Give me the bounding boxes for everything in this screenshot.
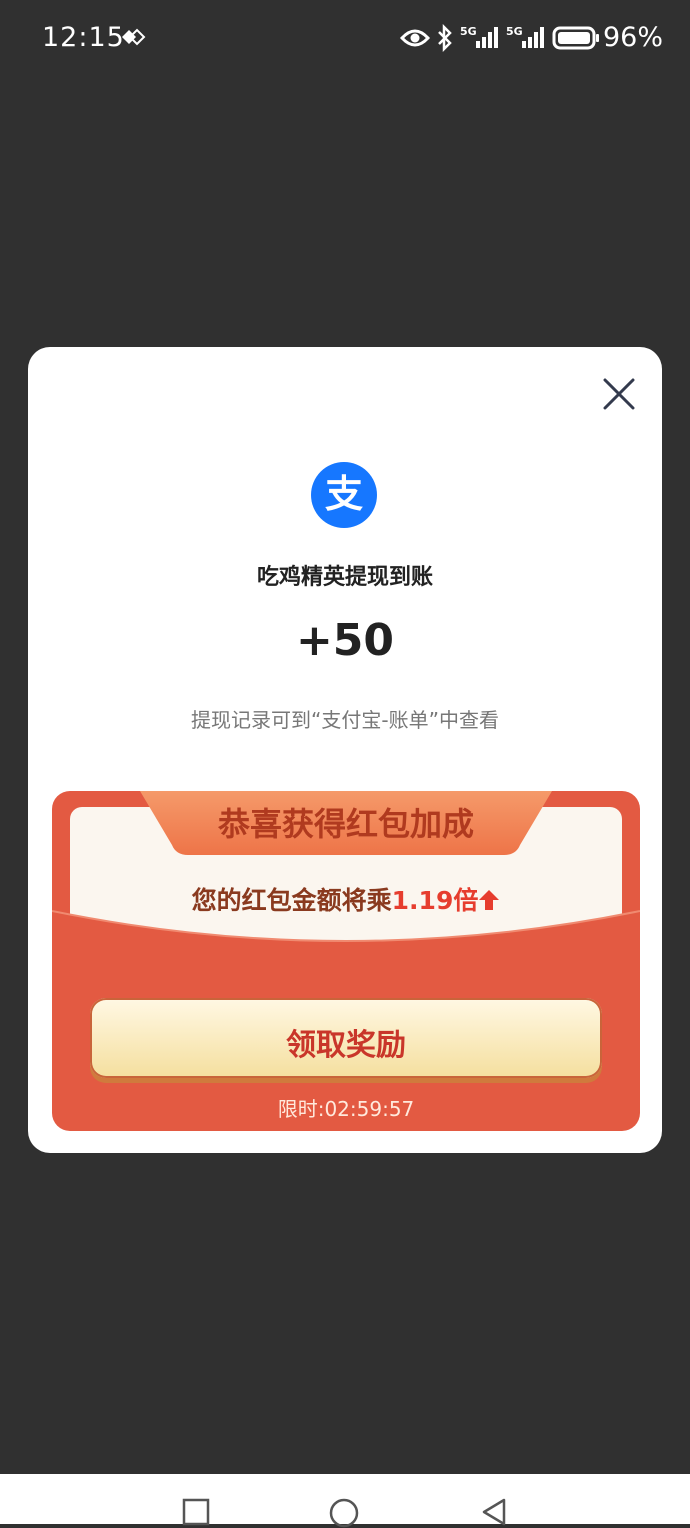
claim-reward-label: 领取奖励 bbox=[286, 1028, 406, 1063]
svg-text:5G: 5G bbox=[460, 25, 477, 38]
battery-icon bbox=[552, 26, 599, 50]
claim-reward-button[interactable]: 领取奖励 bbox=[90, 998, 602, 1078]
back-icon[interactable] bbox=[480, 1498, 508, 1526]
bonus-multiplier: 1.19倍 bbox=[391, 886, 479, 915]
signal-5g-icon: 5G bbox=[460, 24, 500, 54]
arrow-up-icon bbox=[479, 890, 500, 910]
banner-title: 恭喜获得红包加成 bbox=[217, 805, 474, 843]
red-packet-card: 恭喜获得红包加成 您的红包金额将乘1.19倍 领取奖励 限时:02:59:57 bbox=[52, 791, 640, 1131]
record-hint: 提现记录可到“支付宝-账单”中查看 bbox=[191, 708, 499, 732]
status-bar: 12:15 5G 5G 96% bbox=[0, 0, 690, 76]
svg-text:5G: 5G bbox=[506, 25, 523, 38]
bluetooth-icon bbox=[438, 24, 452, 52]
bonus-prefix: 您的红包金额将乘 bbox=[191, 886, 392, 915]
withdraw-amount: +50 bbox=[295, 615, 395, 666]
signal-5g-icon: 5G bbox=[506, 24, 546, 54]
sync-diamond-icon bbox=[122, 28, 146, 46]
clock: 12:15 bbox=[42, 22, 125, 53]
recent-apps-icon[interactable] bbox=[182, 1498, 210, 1526]
bonus-text: 您的红包金额将乘1.19倍 bbox=[52, 881, 640, 917]
withdraw-success-dialog: 支 吃鸡精英提现到账 +50 提现记录可到“支付宝-账单”中查看 恭喜获得红包加… bbox=[28, 347, 662, 1153]
navigation-bar bbox=[0, 1474, 690, 1528]
close-icon[interactable] bbox=[600, 375, 638, 413]
alipay-logo-text: 支 bbox=[325, 472, 363, 516]
eye-icon bbox=[400, 29, 430, 47]
alipay-logo: 支 bbox=[311, 462, 377, 528]
countdown-timer: 限时:02:59:57 bbox=[277, 1097, 415, 1121]
battery-percent: 96% bbox=[603, 22, 664, 53]
dialog-title: 吃鸡精英提现到账 bbox=[256, 565, 433, 590]
